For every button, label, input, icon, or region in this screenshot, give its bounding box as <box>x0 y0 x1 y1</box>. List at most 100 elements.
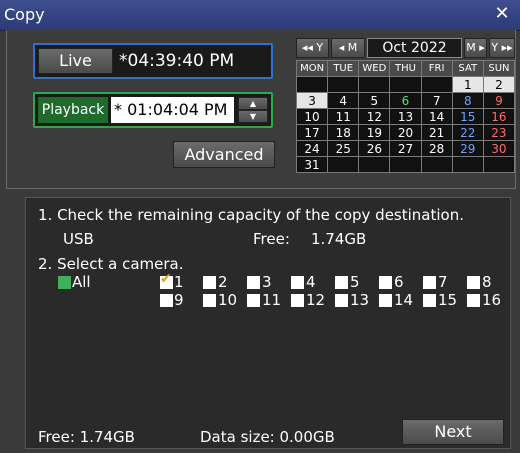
calendar-day[interactable]: 6 <box>389 92 422 109</box>
camera-checkbox-15[interactable] <box>423 294 436 307</box>
camera-checkbox-1[interactable]: ✔ <box>160 272 173 289</box>
camera-checkbox-14[interactable] <box>379 294 392 307</box>
copy-dialog: Copy ✕ Live *04:39:40 PM Playback * 01:0… <box>0 0 520 453</box>
all-label: All <box>72 273 91 291</box>
advanced-button[interactable]: Advanced <box>173 141 275 168</box>
calendar-day[interactable]: 9 <box>482 92 516 109</box>
camera-checkbox-10[interactable] <box>203 294 216 307</box>
next-button[interactable]: Next <box>402 419 504 445</box>
camera-label: 2 <box>218 273 228 291</box>
calendar-day[interactable]: 13 <box>389 108 422 125</box>
calendar-day[interactable]: 30 <box>482 140 516 157</box>
footer-free: Free: 1.74GB <box>38 428 135 446</box>
calendar-day[interactable]: 12 <box>358 108 391 125</box>
calendar-day[interactable]: 22 <box>451 124 484 141</box>
free-value: 1.74GB <box>311 230 367 248</box>
camera-checkbox-12[interactable] <box>291 294 304 307</box>
camera-label: 6 <box>394 273 404 291</box>
live-button[interactable]: Live <box>38 48 113 74</box>
camera-label: 8 <box>482 273 492 291</box>
camera-checkbox-16[interactable] <box>467 294 480 307</box>
calendar-day <box>389 76 422 93</box>
calendar-day <box>295 76 329 93</box>
camera-label: 14 <box>394 291 414 309</box>
camera-checkbox-9[interactable] <box>160 294 173 307</box>
prev-year-button[interactable]: ◂◂ Y <box>296 38 329 58</box>
time-up-arrow-icon[interactable]: ▲ <box>238 97 268 110</box>
camera-label: 9 <box>174 291 184 309</box>
camera-label: 1 <box>174 273 184 291</box>
calendar-day[interactable]: 23 <box>482 124 516 141</box>
camera-label: 5 <box>350 273 360 291</box>
calendar-day <box>327 76 360 93</box>
calendar-day[interactable]: 14 <box>420 108 453 125</box>
camera-checkbox-6[interactable] <box>379 276 392 289</box>
calendar-day[interactable]: 28 <box>420 140 453 157</box>
camera-label: 4 <box>306 273 316 291</box>
day-header: WED <box>358 60 391 77</box>
calendar-day[interactable]: 27 <box>389 140 422 157</box>
calendar-day[interactable]: 26 <box>358 140 391 157</box>
check-icon: ✔ <box>160 271 172 287</box>
camera-checkbox-8[interactable] <box>467 276 480 289</box>
title-bar: Copy ✕ <box>0 0 520 31</box>
camera-checkbox-7[interactable] <box>423 276 436 289</box>
next-month-button[interactable]: M ▸ <box>464 38 487 58</box>
camera-checkbox-11[interactable] <box>247 294 260 307</box>
calendar-day[interactable]: 25 <box>327 140 360 157</box>
day-header: TUE <box>327 60 360 77</box>
all-checkbox[interactable] <box>58 276 71 289</box>
calendar-day <box>420 156 453 173</box>
next-year-button[interactable]: Y ▸▸ <box>489 38 515 58</box>
day-header: MON <box>295 60 329 77</box>
calendar-day[interactable]: 5 <box>358 92 391 109</box>
calendar-day <box>358 76 391 93</box>
device-name: USB <box>63 230 94 248</box>
playback-section: Playback * 01:04:04 PM ▲ ▼ <box>33 92 273 128</box>
calendar-day[interactable]: 10 <box>295 108 329 125</box>
calendar-day <box>389 156 422 173</box>
playback-label: Playback <box>38 97 108 123</box>
calendar-day[interactable]: 15 <box>451 108 484 125</box>
calendar-grid: MON TUE WED THU FRI SAT SUN 1 2 3 4 5 6 … <box>295 60 516 173</box>
day-header: FRI <box>420 60 453 77</box>
playback-time-field[interactable]: * 01:04:04 PM <box>111 97 234 123</box>
step1-text: 1. Check the remaining capacity of the c… <box>38 206 464 224</box>
calendar-day <box>420 76 453 93</box>
calendar-day[interactable]: 11 <box>327 108 360 125</box>
calendar-day[interactable]: 29 <box>451 140 484 157</box>
calendar-day[interactable]: 19 <box>358 124 391 141</box>
calendar-day[interactable]: 18 <box>327 124 360 141</box>
close-icon[interactable]: ✕ <box>492 4 512 24</box>
calendar-day[interactable]: 4 <box>327 92 360 109</box>
camera-label: 15 <box>438 291 458 309</box>
calendar-day[interactable]: 20 <box>389 124 422 141</box>
calendar-day[interactable]: 8 <box>451 92 484 109</box>
camera-label: 16 <box>482 291 502 309</box>
camera-label: 11 <box>262 291 282 309</box>
day-header: SAT <box>451 60 484 77</box>
camera-checkbox-2[interactable] <box>203 276 216 289</box>
calendar-day <box>358 156 391 173</box>
camera-checkbox-5[interactable] <box>335 276 348 289</box>
copy-panel: 1. Check the remaining capacity of the c… <box>25 197 511 449</box>
camera-checkbox-3[interactable] <box>247 276 260 289</box>
calendar-day[interactable]: 24 <box>295 140 329 157</box>
calendar-day[interactable]: 2 <box>482 76 516 93</box>
camera-label: 12 <box>306 291 326 309</box>
camera-label: 7 <box>438 273 448 291</box>
calendar-day[interactable]: 16 <box>482 108 516 125</box>
prev-month-button[interactable]: ◂ M <box>331 38 365 58</box>
calendar-day[interactable]: 7 <box>420 92 453 109</box>
time-down-arrow-icon[interactable]: ▼ <box>238 110 268 123</box>
calendar-day[interactable]: 31 <box>295 156 329 173</box>
camera-label: 13 <box>350 291 370 309</box>
calendar-day[interactable]: 21 <box>420 124 453 141</box>
calendar-day[interactable]: 17 <box>295 124 329 141</box>
camera-checkbox-4[interactable] <box>291 276 304 289</box>
camera-checkbox-13[interactable] <box>335 294 348 307</box>
calendar-day-selected[interactable]: 3 <box>295 92 329 109</box>
calendar-day <box>451 156 484 173</box>
live-section: Live *04:39:40 PM <box>33 43 273 79</box>
calendar-day[interactable]: 1 <box>451 76 484 93</box>
